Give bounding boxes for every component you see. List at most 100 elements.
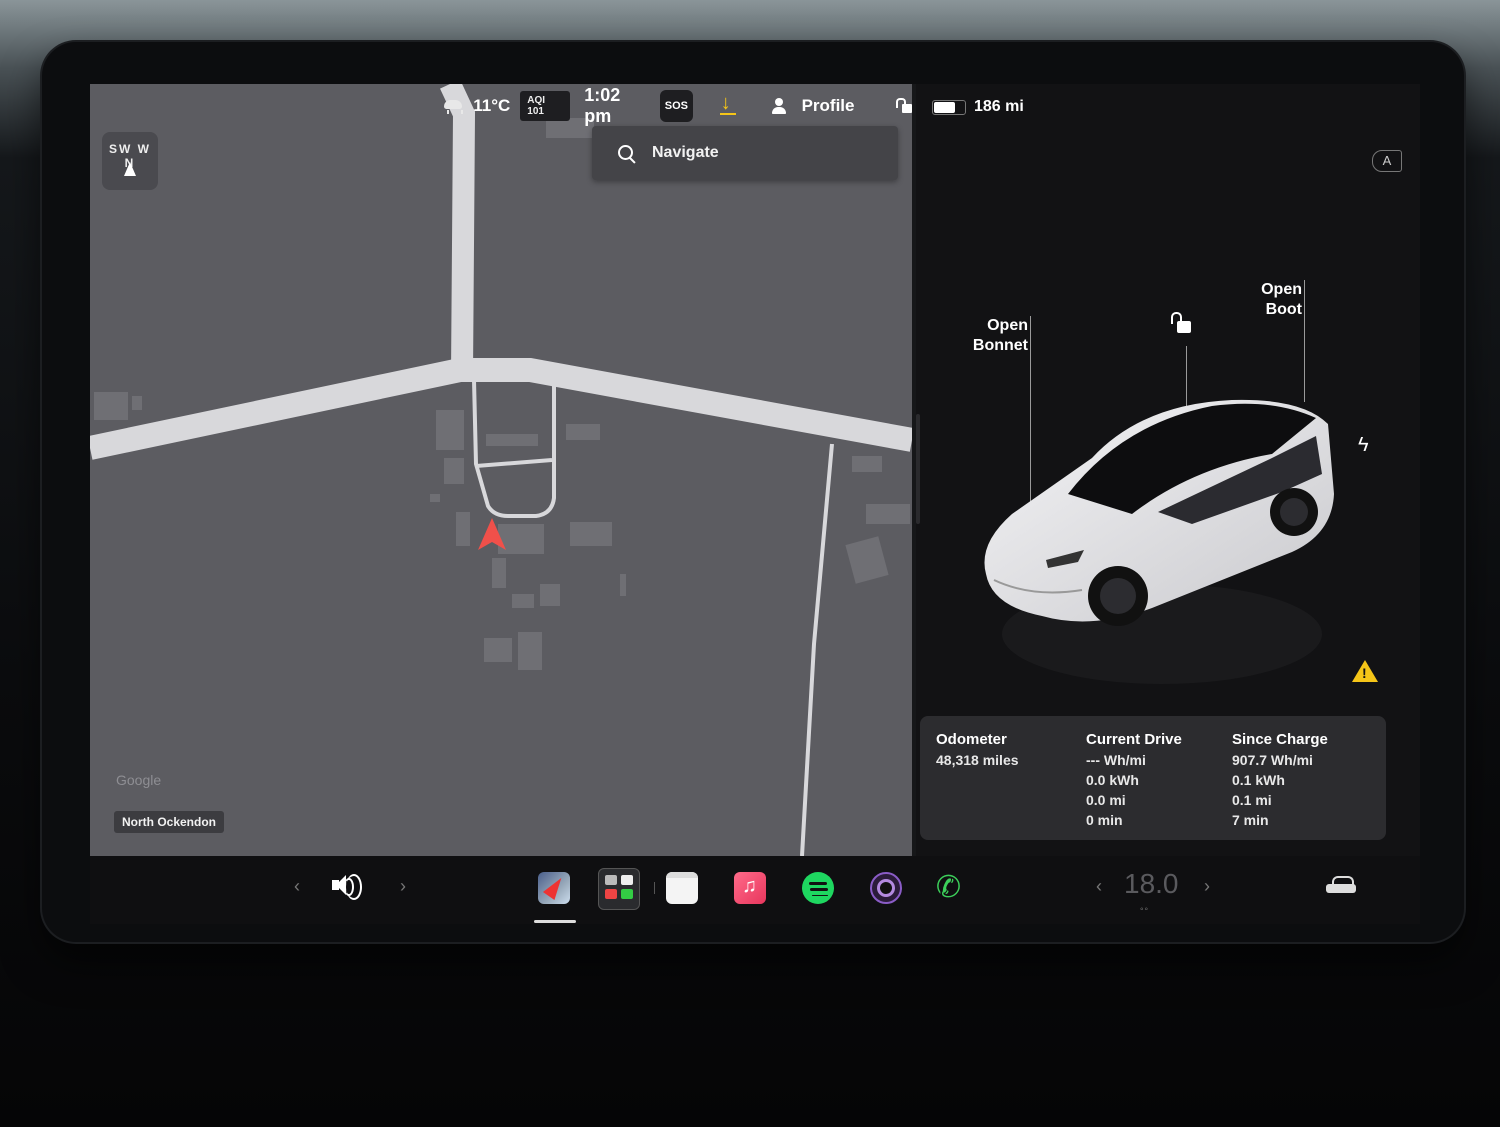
open-boot-button[interactable]: Open Boot: [1246, 280, 1302, 320]
current-drive-column: Current Drive --- Wh/mi 0.0 kWh 0.0 mi 0…: [1086, 730, 1182, 830]
volume-up-chevron[interactable]: ›: [400, 876, 406, 897]
map-building: [518, 632, 542, 670]
vehicle-panel: 186 mi A Open Bonnet Open Boot ϟ ! Odome…: [916, 84, 1420, 856]
aqi-badge[interactable]: AQI 101: [520, 91, 571, 121]
auto-headlights-icon[interactable]: A: [1372, 150, 1402, 172]
panel-resize-handle[interactable]: [916, 414, 920, 524]
current-drive-duration: 0 min: [1086, 812, 1123, 828]
trip-stats-card[interactable]: Odometer 48,318 miles Current Drive --- …: [920, 716, 1386, 840]
volume-down-chevron[interactable]: ‹: [294, 876, 300, 897]
current-drive-efficiency: --- Wh/mi: [1086, 752, 1146, 768]
spotify-app-icon[interactable]: [802, 872, 834, 904]
driveway-cross: [475, 458, 553, 468]
map-building: [486, 434, 538, 446]
navigation-app-icon[interactable]: [538, 872, 570, 904]
search-placeholder: Navigate: [652, 144, 719, 161]
since-charge-energy: 0.1 kWh: [1232, 772, 1285, 788]
app-dock: ‹ › ‹ 18.0 › ◦◦: [90, 856, 1420, 924]
lightning-icon[interactable]: ϟ: [1358, 434, 1369, 457]
car-icon-body: [1326, 884, 1356, 893]
warning-icon[interactable]: [1352, 660, 1378, 682]
current-drive-distance: 0.0 mi: [1086, 792, 1126, 808]
map-building: [866, 504, 910, 524]
controls-app-icon[interactable]: [598, 868, 640, 910]
range-readout: 186 mi: [974, 98, 1024, 115]
volume-icon[interactable]: [332, 874, 366, 900]
map-building: [570, 522, 612, 546]
open-bonnet-button[interactable]: Open Bonnet: [964, 316, 1028, 356]
map-building: [132, 396, 142, 410]
boot-label-line1: Open: [1261, 281, 1302, 298]
status-bar: 11°C AQI 101 1:02 pm SOS Profile: [442, 85, 912, 126]
map-building: [852, 456, 882, 472]
map-attribution: Google: [116, 772, 162, 788]
current-drive-title: Current Drive: [1086, 731, 1182, 748]
boot-label-line2: Boot: [1265, 301, 1302, 318]
phone-app-icon[interactable]: [936, 870, 968, 905]
rear-wheel-rim: [1280, 498, 1308, 526]
unlock-icon[interactable]: [896, 98, 912, 114]
bonnet-label-line1: Open: [987, 317, 1028, 334]
dock-separator: [654, 882, 655, 894]
since-charge-efficiency: 907.7 Wh/mi: [1232, 752, 1313, 768]
map-building: [444, 458, 464, 484]
current-drive-energy: 0.0 kWh: [1086, 772, 1139, 788]
driveway-loop: [472, 379, 556, 518]
download-icon[interactable]: [719, 92, 737, 116]
map-roads: [90, 84, 912, 856]
climate-up-chevron[interactable]: ›: [1204, 876, 1210, 897]
odometer-title: Odometer: [936, 731, 1007, 748]
search-icon: [618, 145, 634, 161]
battery-status[interactable]: 186 mi: [932, 98, 1024, 116]
map-building: [456, 512, 470, 546]
map-building: [620, 574, 626, 596]
map-building: [484, 638, 512, 662]
navigate-search-bar[interactable]: Navigate: [592, 126, 898, 180]
map-building: [512, 594, 534, 608]
seat-heater-icon[interactable]: ◦◦: [1140, 904, 1149, 915]
car-render: [984, 399, 1334, 684]
profile-icon[interactable]: [770, 97, 787, 115]
lock-body: [1177, 321, 1191, 333]
car-unlock-icon[interactable]: [1171, 312, 1191, 334]
road-east: [800, 443, 834, 856]
camera-app-icon[interactable]: [870, 872, 902, 904]
map-building: [430, 494, 440, 502]
map-building: [94, 392, 128, 420]
music-app-icon[interactable]: [734, 872, 766, 904]
outside-temperature[interactable]: 11°C: [473, 96, 510, 116]
since-charge-column: Since Charge 907.7 Wh/mi 0.1 kWh 0.1 mi …: [1232, 730, 1328, 830]
climate-temperature[interactable]: 18.0: [1124, 868, 1179, 900]
battery-icon: [932, 99, 966, 115]
battery-fill: [934, 101, 955, 113]
map-view[interactable]: SW W N Google North Ockendon 11°C AQI 10…: [90, 84, 912, 856]
sound-wave-outer: [346, 874, 362, 900]
map-buildings: [94, 118, 910, 670]
north-arrow-icon: [124, 162, 136, 176]
climate-down-chevron[interactable]: ‹: [1096, 876, 1102, 897]
car-icon[interactable]: [1326, 876, 1356, 896]
current-place-label: North Ockendon: [114, 811, 225, 833]
map-building: [436, 410, 464, 450]
touchscreen: SW W N Google North Ockendon 11°C AQI 10…: [90, 84, 1420, 924]
map-building: [498, 524, 544, 554]
map-building: [492, 558, 506, 588]
clock: 1:02 pm: [584, 85, 621, 126]
since-charge-duration: 7 min: [1232, 812, 1269, 828]
front-wheel-rim: [1100, 578, 1136, 614]
bonnet-label-line2: Bonnet: [972, 337, 1028, 354]
map-building: [845, 536, 889, 584]
map-building: [566, 424, 600, 440]
map-building: [540, 584, 560, 606]
profile-button[interactable]: Profile: [802, 96, 855, 116]
since-charge-distance: 0.1 mi: [1232, 792, 1272, 808]
odometer-column: Odometer 48,318 miles: [936, 730, 1019, 770]
since-charge-title: Since Charge: [1232, 731, 1328, 748]
odometer-value: 48,318 miles: [936, 752, 1019, 768]
calendar-app-icon[interactable]: [666, 872, 698, 904]
active-app-indicator: [534, 920, 576, 923]
road-north: [440, 84, 476, 375]
sos-button[interactable]: SOS: [659, 90, 693, 122]
cloud-rain-icon: [442, 98, 464, 114]
compass-button[interactable]: SW W N: [102, 132, 158, 190]
